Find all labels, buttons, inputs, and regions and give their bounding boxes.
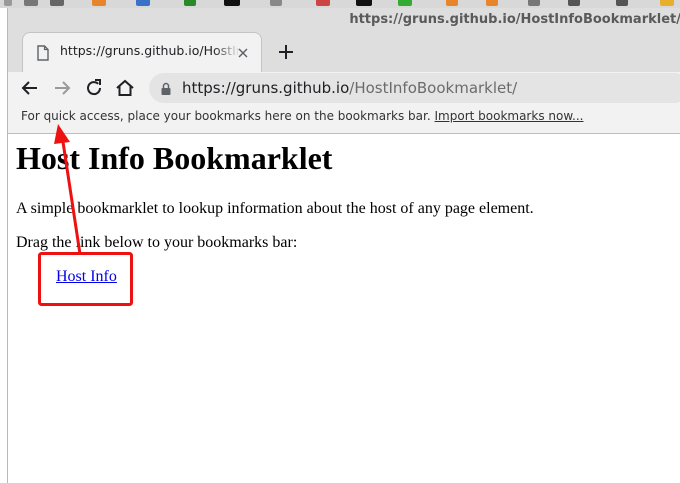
page-content: Host Info Bookmarklet A simple bookmarkl… [8, 134, 680, 483]
close-icon[interactable] [235, 45, 251, 61]
taskbar-item[interactable] [136, 0, 150, 6]
navigation-toolbar: https://gruns.github.io/HostInfoBookmark… [8, 72, 680, 104]
address-bar[interactable]: https://gruns.github.io/HostInfoBookmark… [149, 73, 680, 103]
page-heading: Host Info Bookmarklet [16, 140, 333, 176]
taskbar-item[interactable] [184, 0, 196, 6]
title-bar[interactable]: https://gruns.github.io/HostInfoBookmark… [8, 8, 680, 34]
taskbar-item[interactable] [398, 0, 412, 6]
tab-strip: https://gruns.github.io/HostInfoBookmark… [8, 32, 680, 72]
bookmarks-bar: For quick access, place your bookmarks h… [8, 104, 680, 134]
taskbar-item[interactable] [568, 0, 580, 6]
url-host: https://gruns.github.io [182, 79, 350, 97]
page-instruction: Drag the link below to your bookmarks ba… [16, 234, 298, 251]
window-title: https://gruns.github.io/HostInfoBookmark… [349, 12, 680, 27]
taskbar-item[interactable] [486, 0, 498, 6]
browser-window: https://gruns.github.io/HostInfoBookmark… [7, 8, 680, 483]
os-taskbar [0, 0, 680, 8]
taskbar-item[interactable] [660, 0, 674, 6]
taskbar-item[interactable] [356, 0, 372, 6]
taskbar-item[interactable] [50, 0, 64, 6]
host-info-bookmarklet-link[interactable]: Host Info [56, 268, 117, 286]
lock-icon[interactable] [160, 81, 172, 95]
taskbar-item[interactable] [446, 0, 458, 6]
document-icon [36, 45, 50, 61]
taskbar-item[interactable] [270, 0, 282, 6]
url-text: https://gruns.github.io/HostInfoBookmark… [182, 79, 517, 97]
bookmarks-bar-message: For quick access, place your bookmarks h… [21, 109, 584, 123]
taskbar-item[interactable] [528, 0, 540, 6]
page-description: A simple bookmarklet to lookup informati… [16, 200, 534, 217]
new-tab-button[interactable] [274, 40, 298, 64]
tab-title: https://gruns.github.io/HostInfoBookmark… [60, 43, 240, 58]
home-button[interactable] [113, 76, 137, 100]
forward-button[interactable] [50, 76, 74, 100]
url-path: /HostInfoBookmarklet/ [349, 79, 518, 97]
back-button[interactable] [18, 76, 42, 100]
bookmarks-bar-hint: For quick access, place your bookmarks h… [21, 109, 431, 123]
tab-active[interactable]: https://gruns.github.io/HostInfoBookmark… [22, 32, 262, 72]
reload-button[interactable] [82, 76, 106, 100]
taskbar-item[interactable] [616, 0, 628, 6]
import-bookmarks-link[interactable]: Import bookmarks now... [435, 109, 584, 123]
taskbar-item[interactable] [224, 0, 240, 6]
taskbar-item[interactable] [24, 0, 38, 6]
taskbar-item[interactable] [316, 0, 330, 6]
taskbar-item[interactable] [4, 0, 12, 6]
taskbar-item[interactable] [92, 0, 106, 6]
